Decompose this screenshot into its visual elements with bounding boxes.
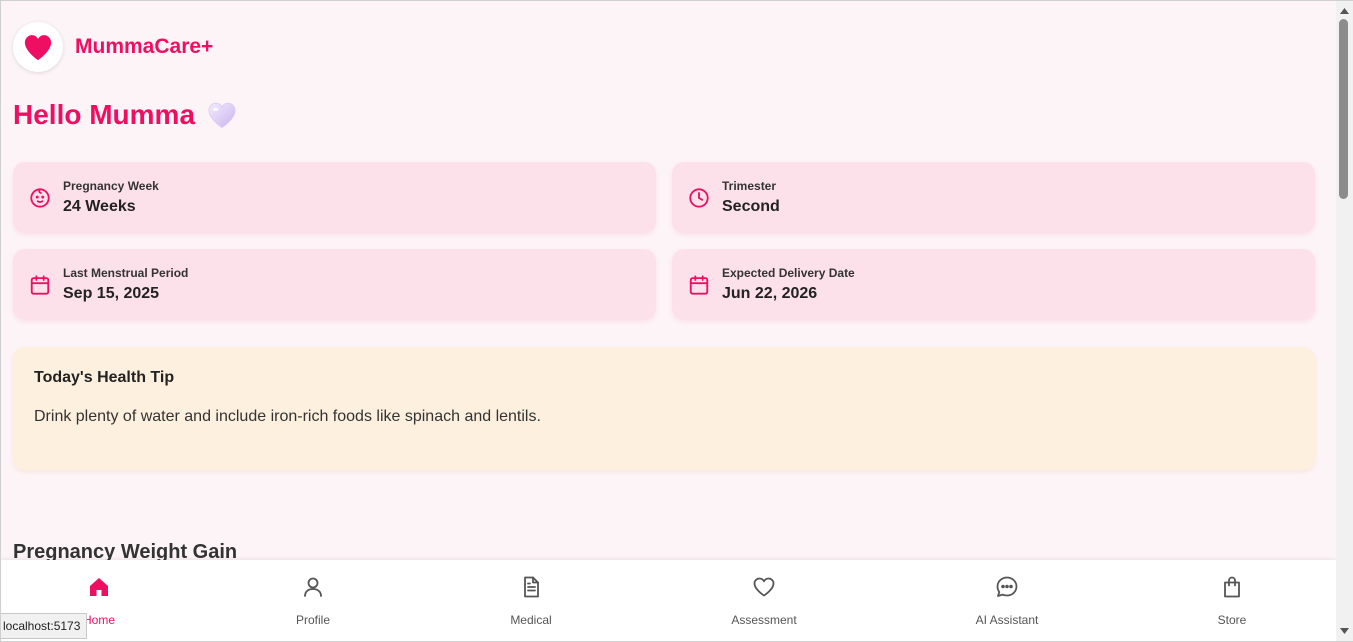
home-icon [87, 575, 111, 599]
nav-label: Profile [295, 613, 330, 627]
stat-value: 24 Weeks [63, 198, 136, 215]
purple-heart-icon [207, 101, 237, 129]
pregnancy-week-card: Pregnancy Week 24 Weeks [13, 162, 656, 233]
nav-label: AI Assistant [975, 613, 1039, 627]
calendar-icon [688, 274, 710, 296]
health-tip-body: Drink plenty of water and include iron-r… [34, 408, 541, 425]
stat-label: Pregnancy Week [63, 179, 159, 193]
brand-name: MummaCare+ [75, 35, 214, 58]
nav-profile[interactable]: Profile [243, 560, 383, 641]
stat-value: Second [722, 198, 780, 215]
nav-ai-assistant[interactable]: AI Assistant [937, 560, 1077, 641]
shopping-bag-icon [1220, 575, 1244, 599]
nav-assessment[interactable]: Assessment [694, 560, 834, 641]
scrollbar-thumb[interactable] [1339, 19, 1348, 199]
nav-medical[interactable]: Medical [461, 560, 601, 641]
app-page: MummaCare+ Hello Mumma Pregnancy Week 24… [1, 1, 1336, 641]
bottom-nav: Home Profile Medical Assessment AI Assis… [1, 560, 1336, 641]
nav-label: Medical [510, 613, 552, 627]
logo [13, 22, 63, 72]
clock-icon [688, 187, 710, 209]
stat-label: Expected Delivery Date [722, 266, 855, 280]
last-period-card: Last Menstrual Period Sep 15, 2025 [13, 249, 656, 320]
status-bar-url: localhost:5173 [1, 613, 88, 639]
nav-store[interactable]: Store [1162, 560, 1302, 641]
nav-label: Assessment [731, 613, 797, 627]
user-icon [301, 575, 325, 599]
stat-value: Jun 22, 2026 [722, 285, 818, 302]
scroll-down-arrow-icon[interactable] [1339, 625, 1350, 637]
trimester-card: Trimester Second [672, 162, 1315, 233]
stat-label: Last Menstrual Period [63, 266, 189, 280]
heart-outline-icon [752, 575, 776, 599]
brand[interactable]: MummaCare+ [13, 22, 213, 72]
nav-label: Store [1217, 613, 1247, 627]
health-tip-title: Today's Health Tip [34, 369, 175, 386]
chat-icon [995, 575, 1019, 599]
due-date-card: Expected Delivery Date Jun 22, 2026 [672, 249, 1315, 320]
calendar-icon [29, 274, 51, 296]
heart-icon [23, 33, 53, 61]
document-icon [519, 575, 543, 599]
stat-label: Trimester [722, 179, 777, 193]
scroll-up-arrow-icon[interactable] [1339, 5, 1350, 17]
greeting: Hello Mumma [13, 99, 237, 131]
greeting-text: Hello Mumma [13, 99, 196, 130]
baby-face-icon [29, 187, 51, 209]
vertical-scrollbar[interactable] [1336, 1, 1353, 641]
health-tip-card: Today's Health Tip Drink plenty of water… [13, 347, 1315, 470]
stat-value: Sep 15, 2025 [63, 285, 160, 302]
